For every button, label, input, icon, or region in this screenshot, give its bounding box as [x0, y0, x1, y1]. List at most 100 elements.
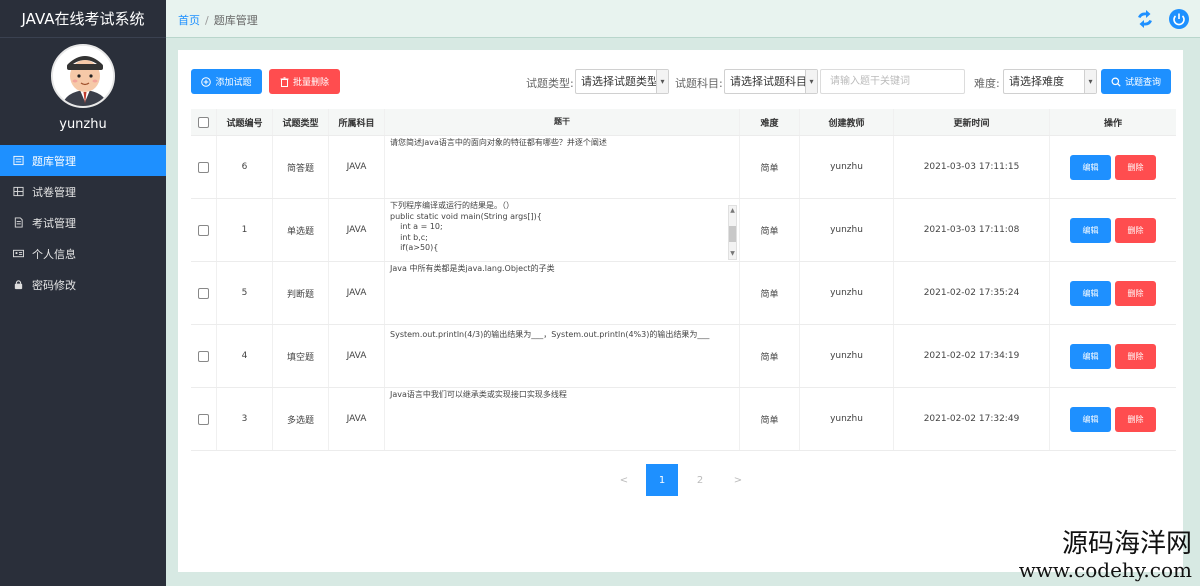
question-teacher: yunzhu — [800, 388, 894, 450]
username: yunzhu — [59, 117, 107, 132]
table-icon — [12, 186, 24, 198]
stem-scrollbar[interactable]: ▲ ▼ — [728, 205, 737, 260]
stem-line: Java 中所有类都是类java.lang.Object的子类 — [390, 264, 555, 273]
edit-button[interactable]: 编辑 — [1070, 406, 1111, 432]
row-checkbox[interactable] — [198, 413, 209, 425]
select-all-cell — [191, 109, 217, 135]
search-label: 试题查询 — [1124, 77, 1161, 87]
search-button[interactable]: 试题查询 — [1101, 69, 1171, 94]
row-actions: 编辑 删除 — [1050, 136, 1176, 198]
scrollbar-thumb[interactable] — [729, 225, 736, 242]
avatar[interactable] — [51, 44, 115, 108]
difficulty-select[interactable]: 请选择难度 ▾ — [1003, 69, 1097, 94]
scroll-up-icon[interactable]: ▲ — [730, 206, 735, 217]
difficulty-filter-label: 难度: — [974, 77, 1000, 90]
sidebar-item-profile[interactable]: 个人信息 — [0, 238, 166, 269]
table-row: 4 填空题 JAVA System.out.println(4/3)的输出结果为… — [191, 325, 1176, 388]
row-actions: 编辑 删除 — [1050, 325, 1176, 387]
row-checkbox[interactable] — [198, 350, 209, 362]
edit-button[interactable]: 编辑 — [1070, 154, 1111, 180]
page-button-1[interactable]: 1 — [646, 464, 678, 496]
delete-button[interactable]: 删除 — [1115, 280, 1156, 306]
table-header: 试题编号 试题类型 所属科目 题干 难度 创建教师 更新时间 操作 — [191, 109, 1176, 136]
question-type: 填空题 — [273, 325, 329, 387]
sidebar-item-password[interactable]: 密码修改 — [0, 269, 166, 300]
column-header: 试题编号 — [217, 109, 273, 135]
question-type: 判断题 — [273, 262, 329, 324]
plus-circle-icon — [201, 76, 212, 87]
stem-line: int b,c; — [390, 232, 428, 242]
row-checkbox[interactable] — [198, 287, 209, 299]
difficulty-select-value: 请选择难度 — [1009, 75, 1064, 88]
sidebar-item-exams[interactable]: 考试管理 — [0, 207, 166, 238]
subject-select-value: 请选择试题科目 — [730, 75, 807, 88]
search-icon — [1111, 77, 1121, 87]
next-page-button[interactable]: > — [722, 464, 754, 496]
row-checkbox[interactable] — [198, 161, 209, 173]
sidebar-item-papers[interactable]: 试卷管理 — [0, 176, 166, 207]
question-difficulty: 简单 — [740, 325, 800, 387]
refresh-icon[interactable] — [1134, 8, 1156, 30]
scroll-down-icon[interactable]: ▼ — [730, 249, 735, 260]
chevron-down-icon: ▾ — [805, 70, 817, 93]
type-select[interactable]: 请选择试题类型 ▾ — [575, 69, 669, 94]
subject-select[interactable]: 请选择试题科目 ▾ — [724, 69, 818, 94]
edit-button[interactable]: 编辑 — [1070, 280, 1111, 306]
question-updated-time: 2021-02-02 17:35:24 — [894, 262, 1050, 324]
breadcrumb-separator: / — [205, 14, 209, 27]
question-stem: Java语言中我们可以继承类或实现接口实现多线程 — [385, 388, 740, 450]
table-row: 1 单选题 JAVA 下列程序编译或运行的结果是。（） public stati… — [191, 199, 1176, 262]
question-stem: System.out.println(4/3)的输出结果为___，System.… — [385, 325, 740, 387]
prev-page-button[interactable]: < — [608, 464, 640, 496]
select-all-checkbox[interactable] — [198, 116, 209, 128]
column-header: 所属科目 — [329, 109, 385, 135]
question-stem: 下列程序编译或运行的结果是。（） public static void main… — [385, 199, 740, 261]
stem-line: if(a>50){ — [390, 243, 439, 252]
sidebar-item-label: 题库管理 — [32, 154, 76, 168]
batch-delete-button[interactable]: 批量删除 — [269, 69, 340, 94]
type-select-value: 请选择试题类型 — [581, 75, 658, 88]
power-icon[interactable] — [1168, 8, 1190, 30]
question-stem: 请您简述Java语言中的面向对象的特征都有哪些？并逐个阐述 — [385, 136, 740, 198]
column-header: 创建教师 — [800, 109, 894, 135]
watermark: 源码海洋网 www.codehy.com — [1019, 529, 1192, 581]
question-updated-time: 2021-03-03 17:11:15 — [894, 136, 1050, 198]
sidebar-item-label: 个人信息 — [32, 247, 76, 261]
delete-button[interactable]: 删除 — [1115, 343, 1156, 369]
sidebar-item-question-bank[interactable]: 题库管理 — [0, 145, 166, 176]
main-panel: 添加试题 批量删除 试题类型: 请选择试题类型 ▾ 试题科目: 请选择试题科目 … — [178, 50, 1183, 572]
delete-button[interactable]: 删除 — [1115, 154, 1156, 180]
row-checkbox-cell — [191, 199, 217, 261]
question-updated-time: 2021-02-02 17:32:49 — [894, 388, 1050, 450]
edit-button[interactable]: 编辑 — [1070, 217, 1111, 243]
row-checkbox[interactable] — [198, 224, 209, 236]
stem-line: int a = 10; — [390, 222, 443, 231]
chevron-down-icon: ▾ — [1084, 70, 1096, 93]
question-id: 3 — [217, 388, 273, 450]
breadcrumb: 首页 / 题库管理 — [178, 12, 258, 28]
question-id: 6 — [217, 136, 273, 198]
add-question-button[interactable]: 添加试题 — [191, 69, 262, 94]
list-icon — [12, 155, 24, 167]
breadcrumb-home-link[interactable]: 首页 — [178, 14, 200, 27]
question-subject: JAVA — [329, 199, 385, 261]
column-header: 操作 — [1103, 118, 1122, 129]
page-button-2[interactable]: 2 — [684, 464, 716, 496]
top-bar: 首页 / 题库管理 — [166, 0, 1200, 38]
question-id: 4 — [217, 325, 273, 387]
question-stem: Java 中所有类都是类java.lang.Object的子类 — [385, 262, 740, 324]
row-checkbox-cell — [191, 136, 217, 198]
stem-line: Java语言中我们可以继承类或实现接口实现多线程 — [390, 390, 567, 399]
app-title: JAVA在线考试系统 — [0, 0, 166, 38]
row-checkbox-cell — [191, 262, 217, 324]
toolbar: 添加试题 批量删除 试题类型: 请选择试题类型 ▾ 试题科目: 请选择试题科目 … — [191, 69, 1171, 95]
question-id: 1 — [217, 199, 273, 261]
keyword-search-input[interactable]: 请输入题干关键词 — [820, 69, 965, 94]
delete-button[interactable]: 删除 — [1115, 406, 1156, 432]
question-updated-time: 2021-02-02 17:34:19 — [894, 325, 1050, 387]
edit-button[interactable]: 编辑 — [1070, 343, 1111, 369]
question-subject: JAVA — [329, 388, 385, 450]
row-checkbox-cell — [191, 388, 217, 450]
delete-button[interactable]: 删除 — [1115, 217, 1156, 243]
table-row: 6 简答题 JAVA 请您简述Java语言中的面向对象的特征都有哪些？并逐个阐述… — [191, 136, 1176, 199]
